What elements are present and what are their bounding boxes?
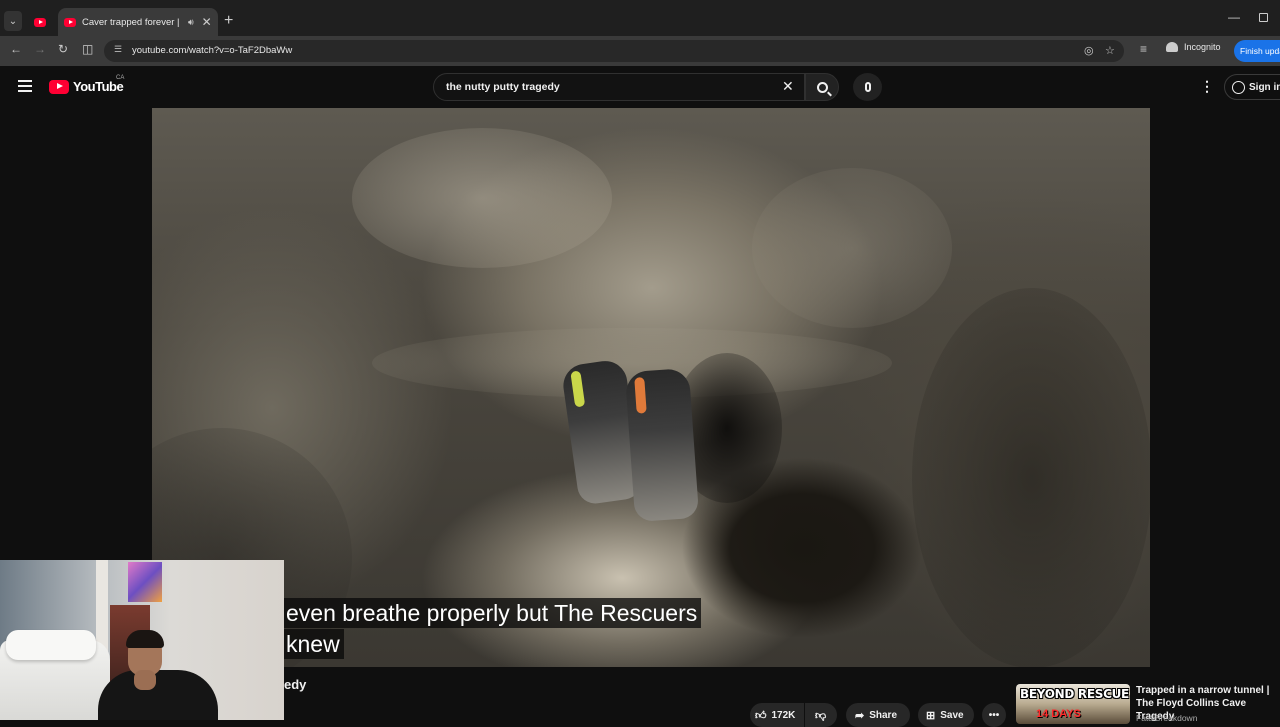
youtube-play-logo-icon xyxy=(49,79,69,94)
youtube-favicon-icon xyxy=(64,17,76,27)
youtube-logo[interactable]: YouTube CA xyxy=(49,75,124,94)
streamer-hair xyxy=(126,630,164,648)
youtube-favicon-icon xyxy=(34,17,46,27)
cave-rock-texture xyxy=(752,168,952,328)
save-button[interactable]: ⊞ Save xyxy=(918,703,974,727)
youtube-wordmark: YouTube xyxy=(73,79,124,94)
account-circle-icon xyxy=(1232,80,1245,94)
tab-close-icon[interactable]: ✕ xyxy=(202,15,212,29)
like-button[interactable]: 👍︎ 172K xyxy=(750,703,804,727)
side-panel-icon[interactable]: ◫ xyxy=(82,42,93,56)
browser-toolbar: ← → ↻ ◫ ☰ youtube.com/watch?v=o-TaF2DbaW… xyxy=(0,36,1280,66)
cave-rock-texture xyxy=(352,128,612,268)
more-options-icon[interactable]: ⋮ xyxy=(1200,78,1214,95)
share-button[interactable]: ➦ Share xyxy=(846,703,910,727)
caption-line-2: knew xyxy=(282,629,344,659)
save-label: Save xyxy=(940,709,964,721)
thumbnail-subtext: 14 DAYS xyxy=(1036,708,1081,720)
voice-search-button[interactable] xyxy=(853,73,882,101)
sign-in-label: Sign in xyxy=(1249,81,1280,93)
reload-icon[interactable]: ↻ xyxy=(58,42,68,56)
menu-hamburger-icon[interactable] xyxy=(18,80,32,95)
window-restore-icon[interactable] xyxy=(1259,13,1268,22)
microphone-icon xyxy=(864,82,871,92)
like-count: 172K xyxy=(771,709,796,721)
window-minimize-icon[interactable]: — xyxy=(1228,10,1240,24)
eye-slash-icon[interactable]: ◎ xyxy=(1084,44,1094,57)
video-captions: even breathe properly but The Rescuers k… xyxy=(282,598,702,660)
search-icon xyxy=(816,81,828,93)
youtube-header: YouTube CA the nutty putty tragedy ✕ ⋮ S… xyxy=(0,66,1280,108)
thumbnail-text: BEYOND RESCUE xyxy=(1020,687,1129,701)
bookmark-star-icon[interactable]: ☆ xyxy=(1105,44,1115,57)
reading-list-icon[interactable]: ≡ xyxy=(1140,42,1147,56)
country-code: CA xyxy=(116,75,125,81)
incognito-icon xyxy=(1166,42,1178,52)
browser-tab-strip: ⌄ Caver trapped forever | The 🔊︎ ✕ + — xyxy=(0,0,1280,36)
video-player[interactable]: even breathe properly but The Rescuers k… xyxy=(152,108,1150,667)
dislike-button[interactable]: 👎︎ xyxy=(805,703,837,727)
search-input[interactable]: the nutty putty tragedy ✕ xyxy=(433,73,805,101)
tab-audio-speaker-icon[interactable]: 🔊︎ xyxy=(188,17,194,28)
pillow xyxy=(6,630,96,660)
forward-arrow-icon[interactable]: → xyxy=(34,42,46,56)
address-bar[interactable]: ☰ youtube.com/watch?v=o-TaF2DbaWw ◎ ☆ xyxy=(104,40,1124,62)
search-query-text[interactable]: the nutty putty tragedy xyxy=(446,81,560,93)
boot-right xyxy=(624,367,700,523)
back-arrow-icon[interactable]: ← xyxy=(10,42,22,56)
incognito-indicator[interactable]: Incognito xyxy=(1166,42,1221,52)
share-label: Share xyxy=(869,709,898,721)
active-tab[interactable]: Caver trapped forever | The 🔊︎ ✕ xyxy=(58,8,218,36)
incognito-label: Incognito xyxy=(1184,42,1221,52)
search-button[interactable] xyxy=(805,73,839,101)
recommended-video-thumbnail[interactable]: BEYOND RESCUE 14 DAYS xyxy=(1016,684,1130,724)
recommended-video-channel[interactable]: FatalBreakdown xyxy=(1136,713,1197,723)
webcam-overlay xyxy=(0,560,284,720)
finish-update-button[interactable]: Finish update xyxy=(1234,40,1280,62)
cave-shadow xyxy=(912,288,1150,667)
streamer-hand xyxy=(134,670,156,690)
caption-line-1: even breathe properly but The Rescuers xyxy=(282,598,702,628)
tab-search-chevron-icon[interactable]: ⌄ xyxy=(4,11,22,31)
tab-title: Caver trapped forever | The xyxy=(82,16,182,28)
more-actions-button[interactable]: ••• xyxy=(982,703,1006,727)
video-title: edy xyxy=(284,677,307,692)
sign-in-button[interactable]: Sign in xyxy=(1224,74,1280,100)
clear-search-icon[interactable]: ✕ xyxy=(782,78,794,95)
url-text[interactable]: youtube.com/watch?v=o-TaF2DbaWw xyxy=(132,45,292,56)
site-settings-icon[interactable]: ☰ xyxy=(114,44,126,56)
pinned-tab-youtube[interactable] xyxy=(30,12,50,32)
new-tab-button[interactable]: + xyxy=(224,12,233,30)
wall-poster xyxy=(128,562,162,602)
more-horizontal-icon: ••• xyxy=(988,709,1000,721)
streamer-body xyxy=(98,670,218,720)
